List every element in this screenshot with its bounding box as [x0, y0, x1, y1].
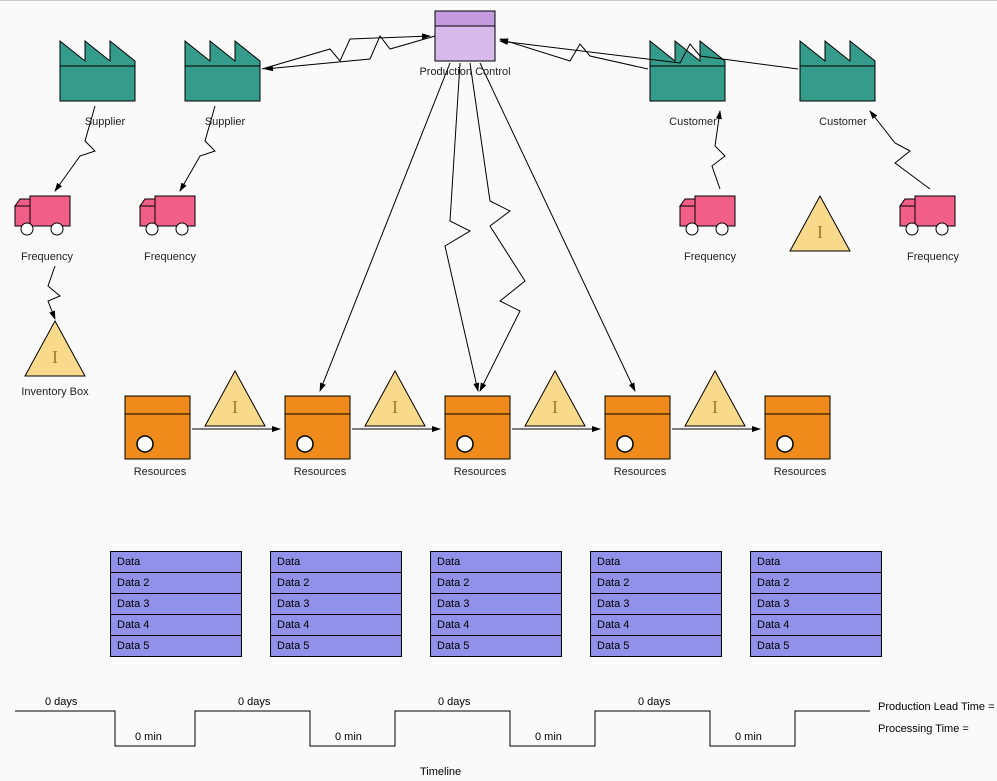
truck-2-freq-label: Frequency: [135, 251, 205, 263]
schedule-arrow-3: [470, 63, 525, 391]
timeline-bot-3: 0 min: [535, 731, 562, 743]
data-box-4: DataData 2Data 3Data 4Data 5: [590, 551, 722, 657]
process-box-2: [285, 396, 350, 459]
factory-supplier-1: [60, 41, 135, 101]
svg-text:I: I: [817, 222, 823, 242]
inventory-between-1: I: [205, 371, 265, 426]
data-box-2: DataData 2Data 3Data 4Data 5: [270, 551, 402, 657]
process-box-5: [765, 396, 830, 459]
truck-4-freq-label: Frequency: [898, 251, 968, 263]
resources-2-label: Resources: [280, 466, 360, 478]
timeline-lead: Production Lead Time =: [878, 701, 995, 713]
data-box-3: DataData 2Data 3Data 4Data 5: [430, 551, 562, 657]
process-box-1: [125, 396, 190, 459]
factory-customer-2: [800, 41, 875, 101]
customer-1-label: Customer: [658, 116, 728, 128]
svg-text:I: I: [712, 397, 718, 417]
svg-text:I: I: [392, 397, 398, 417]
production-control-label: Production Control: [405, 66, 525, 78]
process-box-4: [605, 396, 670, 459]
data-cell: Data: [431, 552, 561, 573]
data-cell: Data 3: [271, 594, 401, 615]
data-box-1: DataData 2Data 3Data 4Data 5: [110, 551, 242, 657]
supplier-1-label: Supplier: [75, 116, 135, 128]
data-cell: Data 5: [431, 636, 561, 656]
data-cell: Data 4: [111, 615, 241, 636]
factory-supplier-2: [185, 41, 260, 101]
production-control: [435, 11, 495, 61]
data-cell: Data 5: [591, 636, 721, 656]
data-cell: Data 5: [271, 636, 401, 656]
eflow-supplier2-to-pc: [262, 36, 430, 69]
data-cell: Data 2: [591, 573, 721, 594]
resources-1-label: Resources: [120, 466, 200, 478]
truck-3-freq-label: Frequency: [675, 251, 745, 263]
process-box-3: [445, 396, 510, 459]
data-cell: Data 3: [751, 594, 881, 615]
timeline-processing: Processing Time =: [878, 723, 969, 735]
data-box-5: DataData 2Data 3Data 4Data 5: [750, 551, 882, 657]
data-cell: Data 4: [431, 615, 561, 636]
inventory-between-4: I: [685, 371, 745, 426]
data-cell: Data: [591, 552, 721, 573]
data-cell: Data 5: [751, 636, 881, 656]
timeline-bot-1: 0 min: [135, 731, 162, 743]
svg-text:I: I: [52, 347, 58, 367]
data-cell: Data 4: [751, 615, 881, 636]
svg-text:I: I: [232, 397, 238, 417]
truck-customer-2: [900, 196, 955, 235]
truck-1-freq-label: Frequency: [12, 251, 82, 263]
data-cell: Data 2: [751, 573, 881, 594]
resources-4-label: Resources: [600, 466, 680, 478]
resources-5-label: Resources: [760, 466, 840, 478]
timeline-top-2: 0 days: [238, 696, 270, 708]
timeline-bot-2: 0 min: [335, 731, 362, 743]
data-cell: Data: [111, 552, 241, 573]
schedule-arrow-2: [445, 63, 478, 391]
schedule-arrow-1: [320, 63, 450, 391]
timeline-caption: Timeline: [420, 766, 461, 778]
data-cell: Data 2: [111, 573, 241, 594]
data-cell: Data: [751, 552, 881, 573]
customer-2-label: Customer: [808, 116, 878, 128]
inventory-right-top: I: [790, 196, 850, 251]
inventory-box-label: Inventory Box: [10, 386, 100, 398]
factory-customer-1: [650, 41, 725, 101]
truck-supplier-1: [15, 196, 70, 235]
data-cell: Data 3: [591, 594, 721, 615]
inventory-between-3: I: [525, 371, 585, 426]
eflow-customer1-to-pc: [500, 39, 648, 69]
eflow-truck-customer2: [870, 111, 930, 189]
data-cell: Data 4: [591, 615, 721, 636]
data-cell: Data 2: [431, 573, 561, 594]
svg-text:I: I: [552, 397, 558, 417]
truck-supplier-2: [140, 196, 195, 235]
data-cell: Data 4: [271, 615, 401, 636]
eflow-pc-to-supplier2: [265, 36, 435, 69]
data-cell: Data 3: [431, 594, 561, 615]
inventory-box-main: I: [25, 321, 85, 376]
timeline-bot-4: 0 min: [735, 731, 762, 743]
timeline-top-4: 0 days: [638, 696, 670, 708]
data-cell: Data 2: [271, 573, 401, 594]
data-cell: Data 3: [111, 594, 241, 615]
data-cell: Data 5: [111, 636, 241, 656]
supplier-2-label: Supplier: [195, 116, 255, 128]
eflow-customer2-to-pc: [500, 41, 798, 69]
truck-customer-1: [680, 196, 735, 235]
data-cell: Data: [271, 552, 401, 573]
eflow-freq-inventory: [48, 266, 60, 319]
resources-3-label: Resources: [440, 466, 520, 478]
schedule-arrow-4: [480, 63, 635, 391]
timeline-top-3: 0 days: [438, 696, 470, 708]
inventory-between-2: I: [365, 371, 425, 426]
timeline-top-1: 0 days: [45, 696, 77, 708]
